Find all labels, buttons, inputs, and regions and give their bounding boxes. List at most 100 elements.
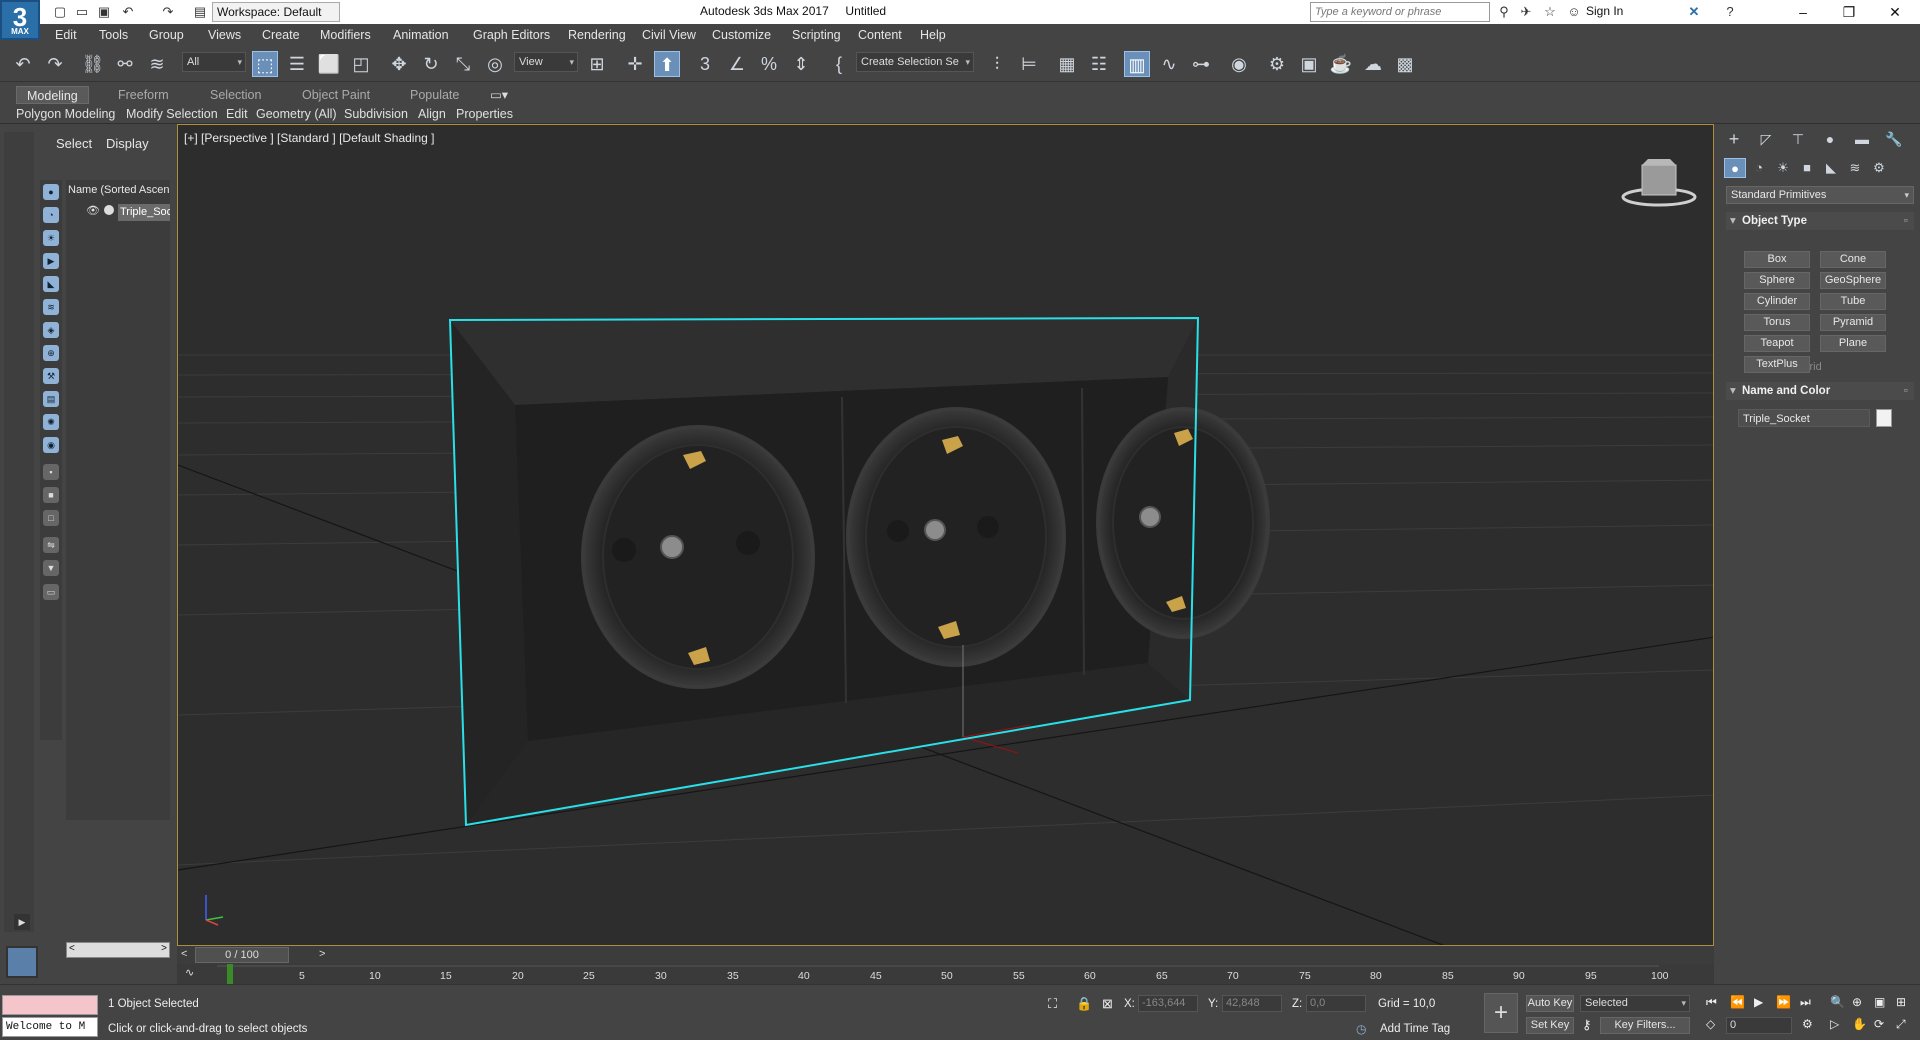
- maxscript-listener-input[interactable]: [2, 995, 98, 1015]
- plane-button[interactable]: Plane: [1820, 335, 1886, 352]
- display-containers-icon[interactable]: ▤: [43, 391, 59, 407]
- name-and-color-rollout[interactable]: Name and Color: [1726, 382, 1914, 400]
- display-space-warps-icon[interactable]: ≋: [43, 299, 59, 315]
- display-helpers-icon[interactable]: ◣: [43, 276, 59, 292]
- tab-selection[interactable]: Selection: [210, 86, 261, 104]
- menu-rendering[interactable]: Rendering: [568, 26, 626, 44]
- project-folder-icon[interactable]: ▤: [190, 2, 210, 21]
- keyboard-shortcut-override-icon[interactable]: ⬆: [654, 51, 680, 77]
- selection-lock-icon[interactable]: 🔒: [1076, 996, 1092, 1012]
- display-particles-icon[interactable]: ✺: [43, 414, 59, 430]
- isolate-selection-icon[interactable]: ⛶: [1048, 996, 1057, 1012]
- display-all-icon[interactable]: ■: [43, 487, 59, 503]
- cylinder-button[interactable]: Cylinder: [1744, 293, 1810, 310]
- restore-button[interactable]: ❐: [1826, 0, 1872, 24]
- geometry-category-icon[interactable]: ●: [1724, 158, 1746, 178]
- new-file-icon[interactable]: ▢: [50, 2, 70, 21]
- cone-button[interactable]: Cone: [1820, 251, 1886, 268]
- scroll-right-icon[interactable]: >: [161, 943, 167, 954]
- time-configuration-icon[interactable]: ⚙: [1802, 1017, 1813, 1031]
- schematic-view-icon[interactable]: ⊶: [1188, 51, 1214, 77]
- user-icon[interactable]: ☺: [1564, 2, 1584, 21]
- sign-in-button[interactable]: Sign In: [1586, 4, 1623, 18]
- ribbon-toggle-icon[interactable]: ▥: [1124, 51, 1150, 77]
- pan-icon[interactable]: ✋: [1852, 1017, 1867, 1031]
- pyramid-button[interactable]: Pyramid: [1820, 314, 1886, 331]
- key-filter-icon[interactable]: ⚷: [1582, 1017, 1592, 1033]
- menu-edit[interactable]: Edit: [55, 26, 77, 44]
- menu-graph-editors[interactable]: Graph Editors: [473, 26, 550, 44]
- workspace-switcher-icon[interactable]: [6, 946, 38, 978]
- ribbon-options-icon[interactable]: ▭▾: [490, 86, 508, 104]
- link-icon[interactable]: ⛓: [80, 51, 106, 77]
- goto-end-icon[interactable]: ⏭: [1800, 995, 1811, 1010]
- rendered-frame-window-icon[interactable]: ▣: [1296, 51, 1322, 77]
- hierarchy-tab-icon[interactable]: ⊤: [1786, 128, 1810, 150]
- tab-populate[interactable]: Populate: [410, 86, 459, 104]
- render-production-icon[interactable]: ☕: [1328, 51, 1354, 77]
- explorer-tab-display[interactable]: Display: [106, 136, 149, 151]
- selection-filter-dropdown[interactable]: All: [182, 52, 246, 72]
- render-setup-icon[interactable]: ⚙: [1264, 51, 1290, 77]
- tab-object-paint[interactable]: Object Paint: [302, 86, 370, 104]
- move-icon[interactable]: ✥: [386, 51, 412, 77]
- box-button[interactable]: Box: [1744, 251, 1810, 268]
- select-by-name-icon[interactable]: ☰: [284, 51, 310, 77]
- close-window-button[interactable]: ✕: [1872, 0, 1918, 24]
- object-name-field[interactable]: Triple_Socket: [1738, 409, 1870, 427]
- filter-icon[interactable]: ▼: [43, 560, 59, 576]
- explorer-item-triple-socket[interactable]: Triple_Socket: [118, 204, 170, 221]
- snaps-toggle-icon[interactable]: 3: [692, 51, 718, 77]
- geosphere-button[interactable]: GeoSphere: [1820, 272, 1886, 289]
- align-icon[interactable]: ⊨: [1016, 51, 1042, 77]
- angle-snap-icon[interactable]: ∠: [724, 51, 750, 77]
- key-filters-button[interactable]: Key Filters...: [1600, 1017, 1690, 1034]
- display-lights-icon[interactable]: ☀: [43, 230, 59, 246]
- viewport-label-menu[interactable]: [+] [Perspective ] [Standard ] [Default …: [184, 131, 434, 145]
- zoom-extents-all-icon[interactable]: ⊞: [1896, 995, 1906, 1009]
- menu-animation[interactable]: Animation: [393, 26, 449, 44]
- display-xrefs-icon[interactable]: ⊕: [43, 345, 59, 361]
- menu-content[interactable]: Content: [858, 26, 902, 44]
- menu-group[interactable]: Group: [149, 26, 184, 44]
- modify-tab-icon[interactable]: ◸: [1754, 128, 1778, 150]
- z-coord-field[interactable]: 0,0: [1306, 995, 1366, 1012]
- goto-start-icon[interactable]: ⏮: [1706, 995, 1717, 1010]
- pivot-center-icon[interactable]: ⊞: [584, 51, 610, 77]
- curve-editor-icon[interactable]: ∿: [1156, 51, 1182, 77]
- binoculars-icon[interactable]: ⚲: [1494, 2, 1514, 21]
- minimize-button[interactable]: –: [1780, 0, 1826, 24]
- systems-category-icon[interactable]: ⚙: [1868, 158, 1890, 178]
- display-groups-icon[interactable]: ◈: [43, 322, 59, 338]
- zoom-extents-icon[interactable]: ▣: [1874, 995, 1885, 1009]
- time-slider[interactable]: < 0 / 100 >: [177, 946, 1714, 964]
- spinner-snap-icon[interactable]: ⇕: [788, 51, 814, 77]
- tube-button[interactable]: Tube: [1820, 293, 1886, 310]
- set-key-big-icon[interactable]: +: [1484, 993, 1518, 1033]
- current-frame-field[interactable]: 0: [1726, 1017, 1792, 1034]
- field-of-view-icon[interactable]: ▷: [1830, 1017, 1839, 1031]
- material-editor-icon[interactable]: ◉: [1226, 51, 1252, 77]
- unlink-icon[interactable]: ⚯: [112, 51, 138, 77]
- next-key-icon[interactable]: ⏩: [1776, 995, 1791, 1009]
- redo-icon[interactable]: ↷: [42, 51, 68, 77]
- display-shapes-icon[interactable]: ◔: [43, 207, 59, 223]
- space-warps-category-icon[interactable]: ≋: [1844, 158, 1866, 178]
- scale-icon[interactable]: ⤡: [450, 51, 476, 77]
- track-bar[interactable]: ∿ 5 10 15 20 25 30 35 40 45 50 55 60 65 …: [177, 964, 1714, 984]
- primitive-category-dropdown[interactable]: Standard Primitives: [1726, 186, 1914, 204]
- next-frame-icon[interactable]: >: [319, 948, 325, 960]
- maxscript-output[interactable]: Welcome to M: [2, 1017, 98, 1037]
- ribbon-edit[interactable]: Edit: [226, 105, 248, 123]
- object-color-swatch[interactable]: [1876, 409, 1892, 427]
- undo-icon[interactable]: ↶: [118, 2, 138, 21]
- search-input[interactable]: Type a keyword or phrase: [1310, 2, 1490, 22]
- teapot-button[interactable]: Teapot: [1744, 335, 1810, 352]
- create-tab-icon[interactable]: +: [1722, 128, 1746, 150]
- render-cloud-icon[interactable]: ☁: [1360, 51, 1386, 77]
- utilities-tab-icon[interactable]: 🔧: [1882, 128, 1906, 150]
- open-file-icon[interactable]: ▭: [72, 2, 92, 21]
- x-coord-field[interactable]: -163,644: [1138, 995, 1198, 1012]
- helpers-category-icon[interactable]: ◣: [1820, 158, 1842, 178]
- menu-help[interactable]: Help: [920, 26, 946, 44]
